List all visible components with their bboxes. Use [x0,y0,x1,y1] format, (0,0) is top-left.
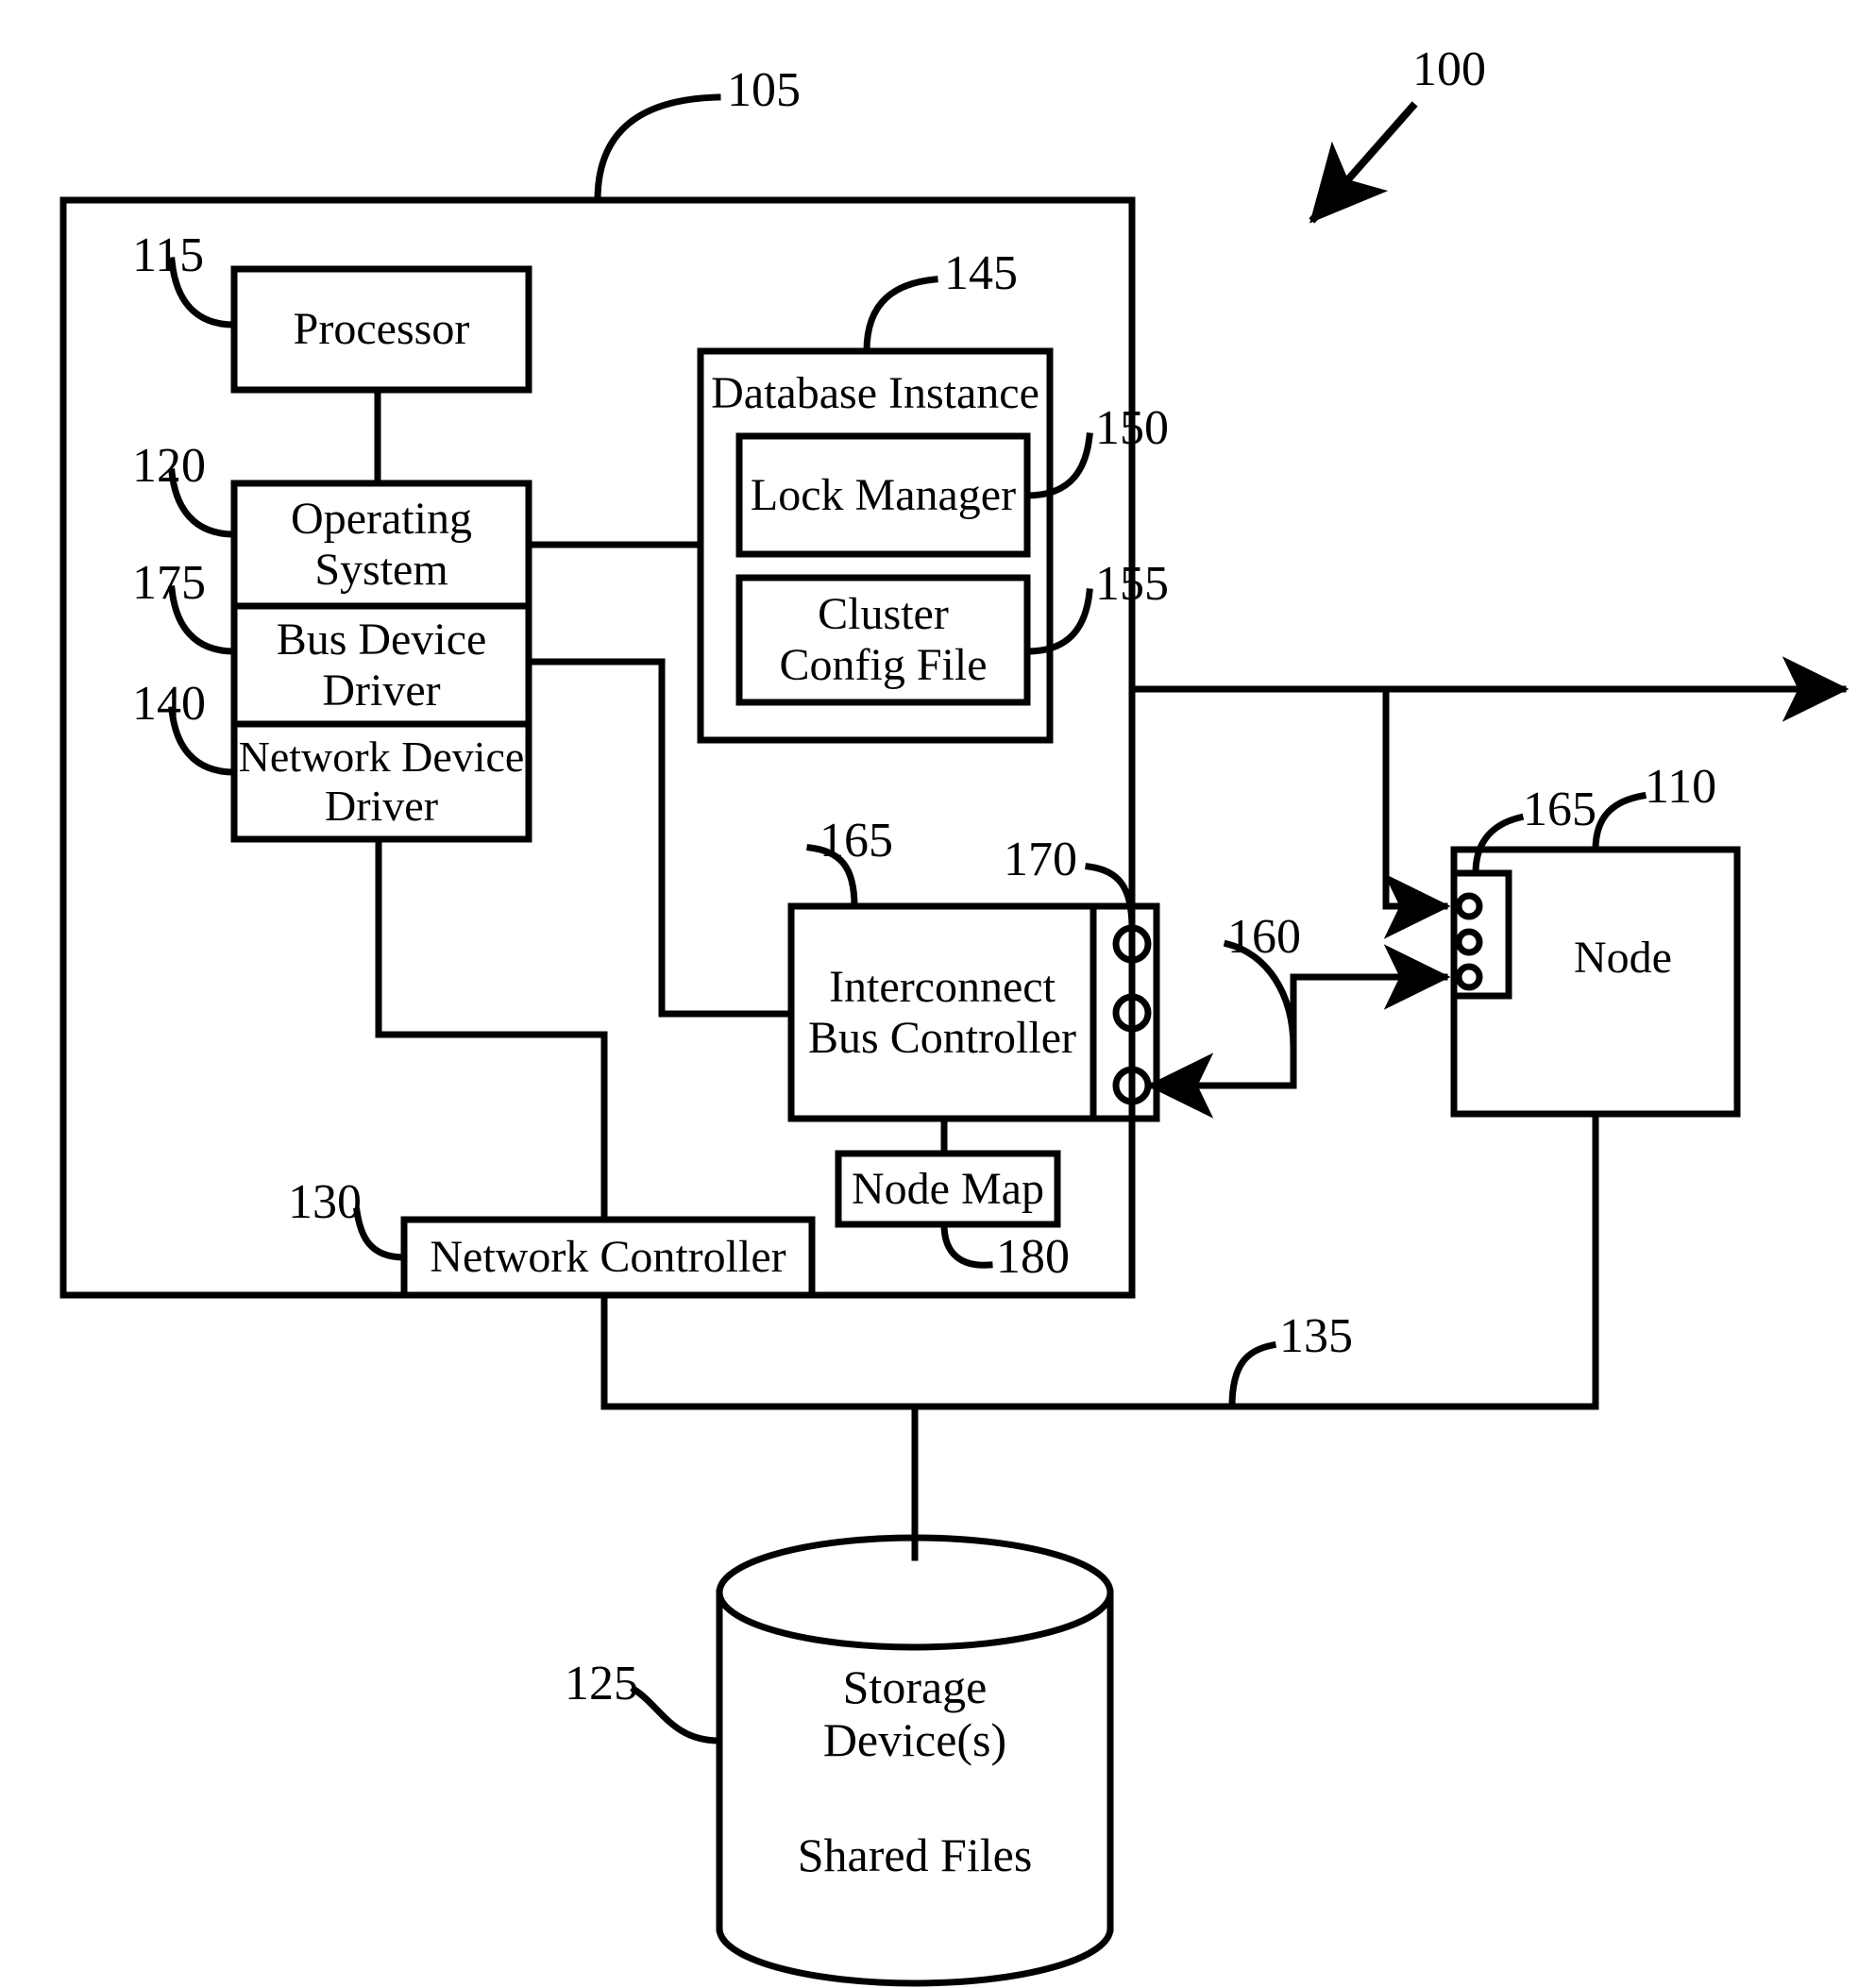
ref-155: 155 [1095,557,1169,611]
leader-125 [630,1685,723,1744]
leader-100-arrow [1309,101,1418,224]
node-port-circle-3 [1455,963,1483,991]
storage-cylinder-bottom [716,1925,1114,1987]
patent-figure-canvas: Processor Operating System Bus Device Dr… [0,0,1875,1988]
ref-175: 175 [132,556,206,610]
leader-145 [863,276,938,355]
diagram-vector-layer [59,93,1850,1987]
network-device-driver-box [230,720,532,843]
link-busdriver-interconnect [525,658,795,1018]
ref-145: 145 [944,246,1018,300]
ref-150: 150 [1095,401,1169,455]
cluster-config-file-box [735,574,1031,706]
node-map-box [835,1150,1061,1228]
ref-135: 135 [1279,1309,1353,1363]
ref-180: 180 [996,1230,1070,1284]
leader-150 [1023,432,1093,499]
ref-100: 100 [1412,42,1486,96]
ref-105: 105 [727,63,801,117]
leader-135 [1228,1340,1277,1410]
ref-165-node: 165 [1523,783,1596,836]
ref-125: 125 [565,1657,638,1710]
link-netdriver-networkcontroller [375,835,608,1223]
link-port1-to-node [1128,685,1451,939]
lock-manager-box [735,432,1031,558]
ref-110: 110 [1645,760,1717,814]
node-port-circle-2 [1455,928,1483,956]
leader-155 [1023,588,1093,655]
bus-device-driver-box [230,602,532,728]
network-controller-box [400,1216,816,1299]
ref-120: 120 [132,439,206,493]
leader-180 [940,1221,993,1269]
ref-130: 130 [288,1175,362,1229]
ref-115: 115 [132,228,205,282]
leader-110 [1592,791,1647,853]
database-instance-box [697,347,1054,744]
node-port-circle-1 [1455,892,1483,920]
leader-165-node [1472,813,1525,877]
ref-160: 160 [1227,910,1301,964]
ref-170: 170 [1004,833,1077,886]
ref-140: 140 [132,677,206,731]
computing-device-outline [59,196,1136,1299]
processor-box [230,265,532,394]
leader-130 [353,1207,408,1261]
ref-165-interconnect: 165 [819,814,893,868]
leader-105 [594,93,721,204]
node-box [1450,846,1741,1118]
interconnect-bus-controller-box [787,902,1160,1122]
operating-system-box [230,480,532,610]
